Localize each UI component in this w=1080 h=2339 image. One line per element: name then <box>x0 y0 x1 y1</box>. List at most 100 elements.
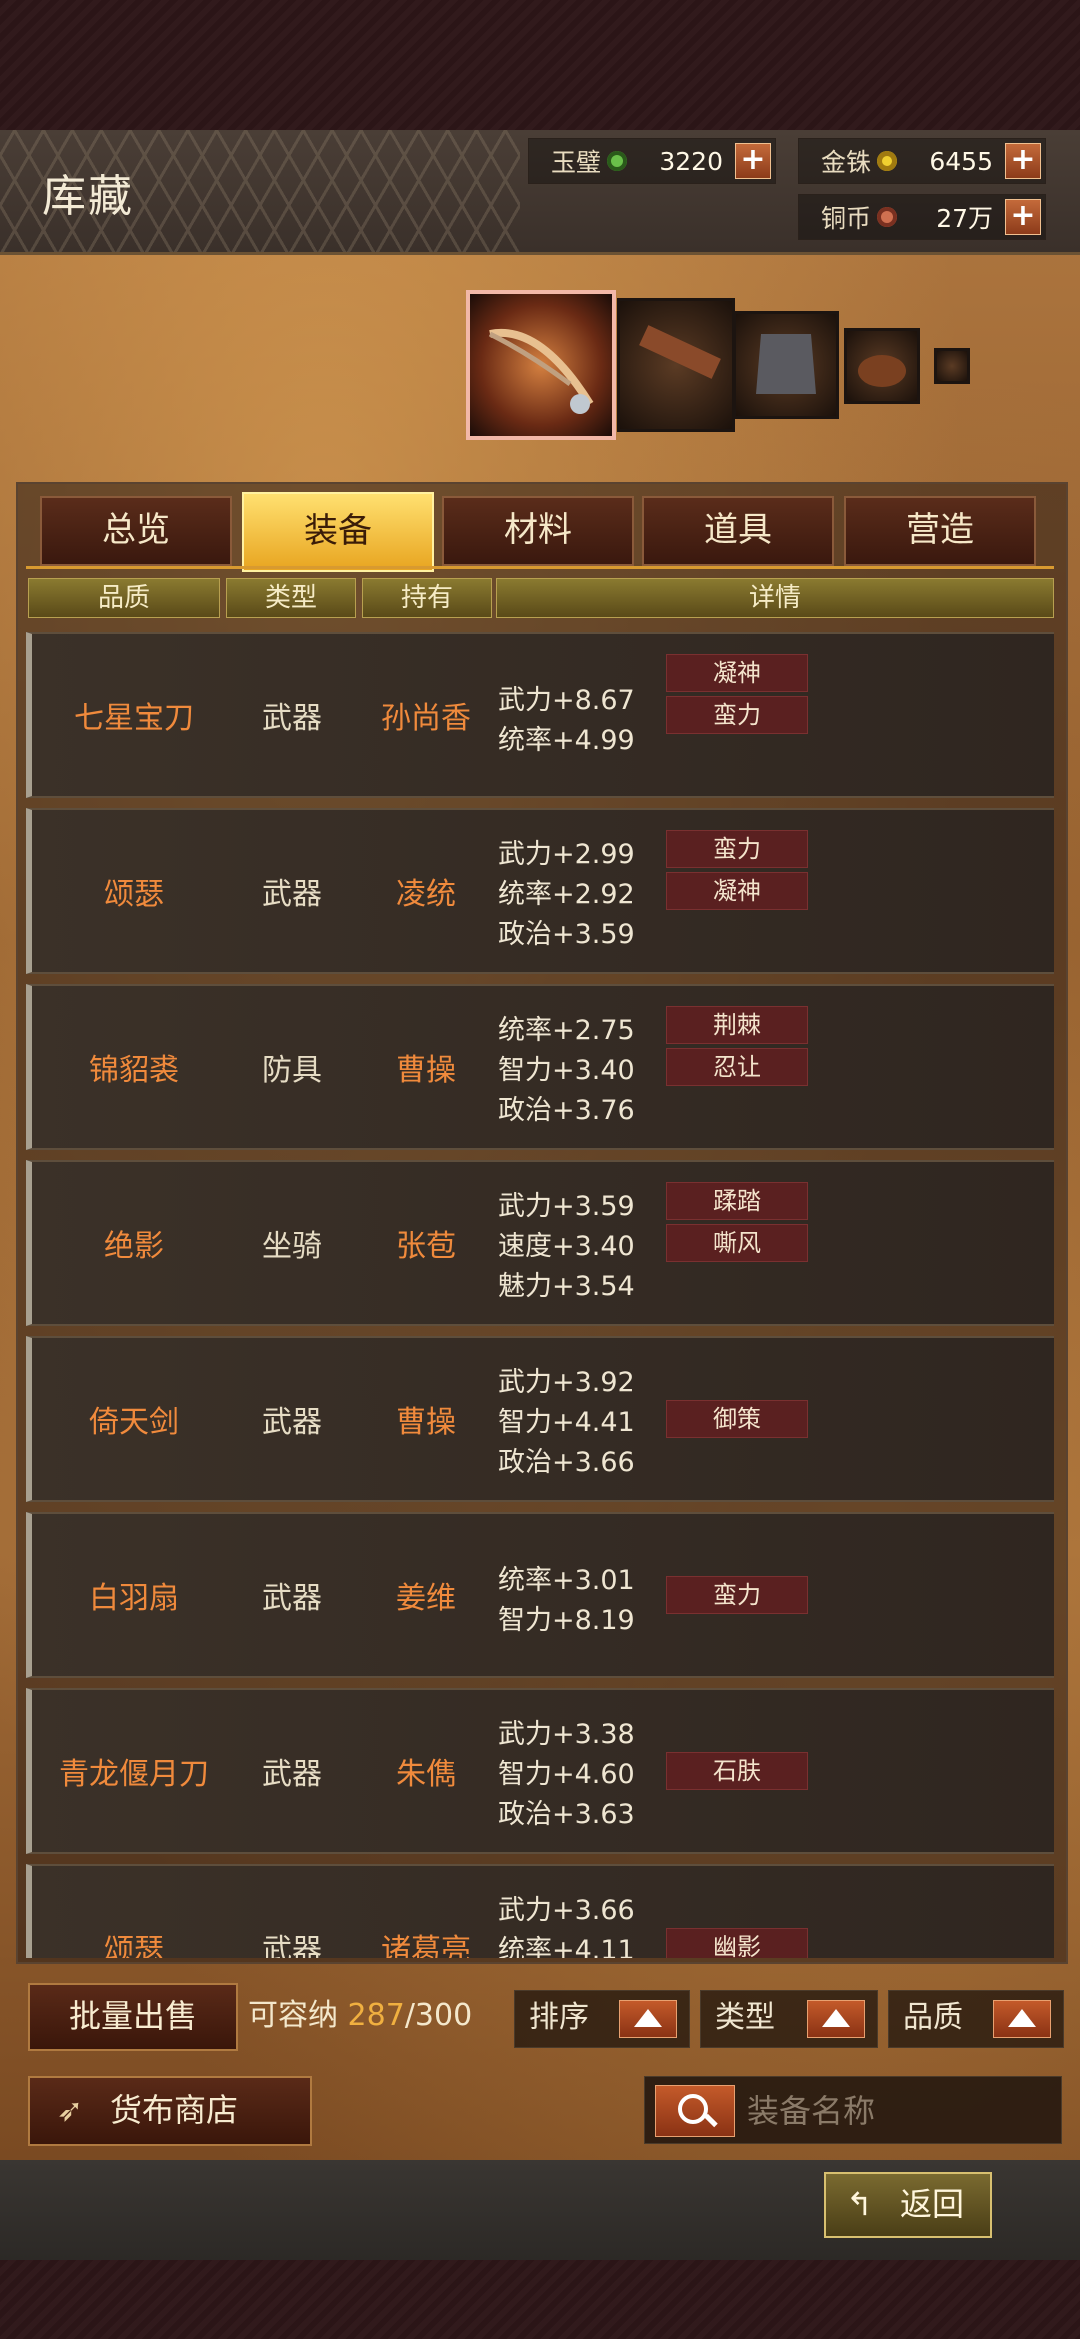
batch-sell-button[interactable]: 批量出售 <box>28 1983 238 2051</box>
skill-tag: 嘶风 <box>666 1224 808 1262</box>
item-owner: 张苞 <box>396 1229 456 1264</box>
stat-line: 速度+3.40 <box>498 1231 635 1262</box>
type-filter[interactable]: 类型 <box>700 1990 878 2048</box>
column-quality[interactable]: 品质 <box>28 578 220 618</box>
tab-construction[interactable]: 营造 <box>844 496 1036 566</box>
column-owner[interactable]: 持有 <box>362 578 492 618</box>
stat-line: 武力+8.67 <box>498 685 635 716</box>
search-button[interactable] <box>655 2085 735 2137</box>
search-input[interactable] <box>745 2085 1049 2137</box>
type-filter-toggle-icon[interactable] <box>807 2000 865 2038</box>
item-type: 武器 <box>262 1581 322 1616</box>
quality-filter-toggle-icon[interactable] <box>993 2000 1051 2038</box>
item-name: 白羽扇 <box>89 1581 179 1616</box>
stat-line: 武力+2.99 <box>498 839 635 870</box>
stat-line: 智力+4.60 <box>498 1759 635 1790</box>
item-tags: 凝神 蛮力 <box>666 634 814 796</box>
item-preview-thumb[interactable] <box>617 298 735 432</box>
equipment-row[interactable]: 青龙偃月刀 武器 朱儁 武力+3.38 智力+4.60 政治+3.63 石肤 <box>26 1688 1054 1854</box>
item-name: 青龙偃月刀 <box>59 1757 209 1792</box>
stat-line: 政治+3.66 <box>498 1447 635 1478</box>
item-tags: 幽影 <box>666 1866 814 1958</box>
item-preview-thumb[interactable] <box>934 348 970 384</box>
skill-tag: 蛮力 <box>666 696 808 734</box>
capacity-current: 287 <box>347 1998 405 2033</box>
equipment-row[interactable]: 颂瑟 武器 凌统 武力+2.99 统率+2.92 政治+3.59 蛮力 凝神 <box>26 808 1054 974</box>
item-owner: 孙尚香 <box>381 701 471 736</box>
equipment-row[interactable]: 七星宝刀 武器 孙尚香 武力+8.67 统率+4.99 凝神 蛮力 <box>26 632 1054 798</box>
stat-line: 政治+3.59 <box>498 919 635 950</box>
item-type: 武器 <box>262 1405 322 1440</box>
cloth-shop-button[interactable]: ➶ 货布商店 <box>28 2076 312 2146</box>
column-type[interactable]: 类型 <box>226 578 356 618</box>
item-type: 坐骑 <box>262 1229 322 1264</box>
skill-tag: 石肤 <box>666 1752 808 1790</box>
item-owner: 姜维 <box>396 1581 456 1616</box>
item-type: 武器 <box>262 877 322 912</box>
tab-equipment[interactable]: 装备 <box>242 492 434 572</box>
type-filter-label: 类型 <box>715 2000 775 2035</box>
equipment-row[interactable]: 绝影 坐骑 张苞 武力+3.59 速度+3.40 魅力+3.54 蹂踏 嘶风 <box>26 1160 1054 1326</box>
equipment-row[interactable]: 颂瑟 武器 诸葛亮 武力+3.66 统率+4.11 幽影 <box>26 1864 1054 1958</box>
equipment-row[interactable]: 倚天剑 武器 曹操 武力+3.92 智力+4.41 政治+3.66 御策 <box>26 1336 1054 1502</box>
item-stats: 武力+3.38 智力+4.60 政治+3.63 <box>498 1690 658 1852</box>
item-tags: 御策 <box>666 1338 814 1500</box>
selected-item-preview[interactable] <box>466 290 616 440</box>
currency-copper: 铜币 27万 + <box>798 194 1046 240</box>
currency-value: 27万 <box>936 204 993 233</box>
item-owner: 凌统 <box>396 877 456 912</box>
stat-line: 武力+3.59 <box>498 1191 635 1222</box>
currency-name: 玉璧 <box>550 148 601 177</box>
skill-tag: 蹂踏 <box>666 1182 808 1220</box>
quality-filter[interactable]: 品质 <box>888 1990 1064 2048</box>
sort-dropdown[interactable]: 排序 <box>514 1990 690 2048</box>
skill-tag: 蛮力 <box>666 1576 808 1614</box>
capacity-max: /300 <box>404 1998 473 2033</box>
equipment-row[interactable]: 锦貂裘 防具 曹操 统率+2.75 智力+3.40 政治+3.76 荆棘 忍让 <box>26 984 1054 1150</box>
stat-line: 统率+4.99 <box>498 725 635 756</box>
stat-line: 智力+8.19 <box>498 1605 635 1636</box>
tab-items[interactable]: 道具 <box>642 496 834 566</box>
tab-overview[interactable]: 总览 <box>40 496 232 566</box>
currency-jade: 玉璧 3220 + <box>528 138 776 184</box>
item-name: 绝影 <box>104 1229 164 1264</box>
search-box <box>644 2076 1062 2144</box>
add-copper-button[interactable]: + <box>1005 199 1041 235</box>
gold-coin-icon <box>877 151 897 171</box>
item-name: 颂瑟 <box>104 1933 164 1958</box>
item-type: 防具 <box>262 1053 322 1088</box>
sort-toggle-icon[interactable] <box>619 2000 677 2038</box>
item-type: 武器 <box>262 1933 322 1958</box>
skill-tag: 凝神 <box>666 654 808 692</box>
item-tags: 蛮力 <box>666 1514 814 1676</box>
quality-filter-label: 品质 <box>903 2000 963 2035</box>
skill-tag: 凝神 <box>666 872 808 910</box>
item-owner: 曹操 <box>396 1053 456 1088</box>
stat-line: 智力+3.40 <box>498 1055 635 1086</box>
tab-materials[interactable]: 材料 <box>442 496 634 566</box>
stat-line: 武力+3.38 <box>498 1719 635 1750</box>
skill-tag: 蛮力 <box>666 830 808 868</box>
header-bar: 库藏 玉璧 3220 + 金铢 6455 + 铜币 27万 + <box>0 130 1080 255</box>
stat-line: 智力+4.41 <box>498 1407 635 1438</box>
add-gold-button[interactable]: + <box>1005 143 1041 179</box>
equipment-row[interactable]: 白羽扇 武器 姜维 统率+3.01 智力+8.19 蛮力 <box>26 1512 1054 1678</box>
capacity-readout: 可容纳 287/300 <box>248 1990 472 2034</box>
skill-tag: 忍让 <box>666 1048 808 1086</box>
stat-line: 统率+3.01 <box>498 1565 635 1596</box>
back-arrow-icon: ↰ <box>846 2185 873 2223</box>
item-name: 七星宝刀 <box>74 701 194 736</box>
item-owner: 曹操 <box>396 1405 456 1440</box>
item-type: 武器 <box>262 1757 322 1792</box>
stat-line: 统率+2.75 <box>498 1015 635 1046</box>
skill-tag: 御策 <box>666 1400 808 1438</box>
item-preview-thumb[interactable] <box>733 311 839 419</box>
item-stats: 武力+3.92 智力+4.41 政治+3.66 <box>498 1338 658 1500</box>
page-title: 库藏 <box>42 171 134 222</box>
back-button[interactable]: ↰ 返回 <box>824 2172 992 2238</box>
item-stats: 武力+2.99 统率+2.92 政治+3.59 <box>498 810 658 972</box>
back-label: 返回 <box>900 2185 965 2223</box>
equipment-list[interactable]: 七星宝刀 武器 孙尚香 武力+8.67 统率+4.99 凝神 蛮力 颂瑟 武器 … <box>26 632 1054 1958</box>
item-preview-thumb[interactable] <box>844 328 920 404</box>
add-jade-button[interactable]: + <box>735 143 771 179</box>
